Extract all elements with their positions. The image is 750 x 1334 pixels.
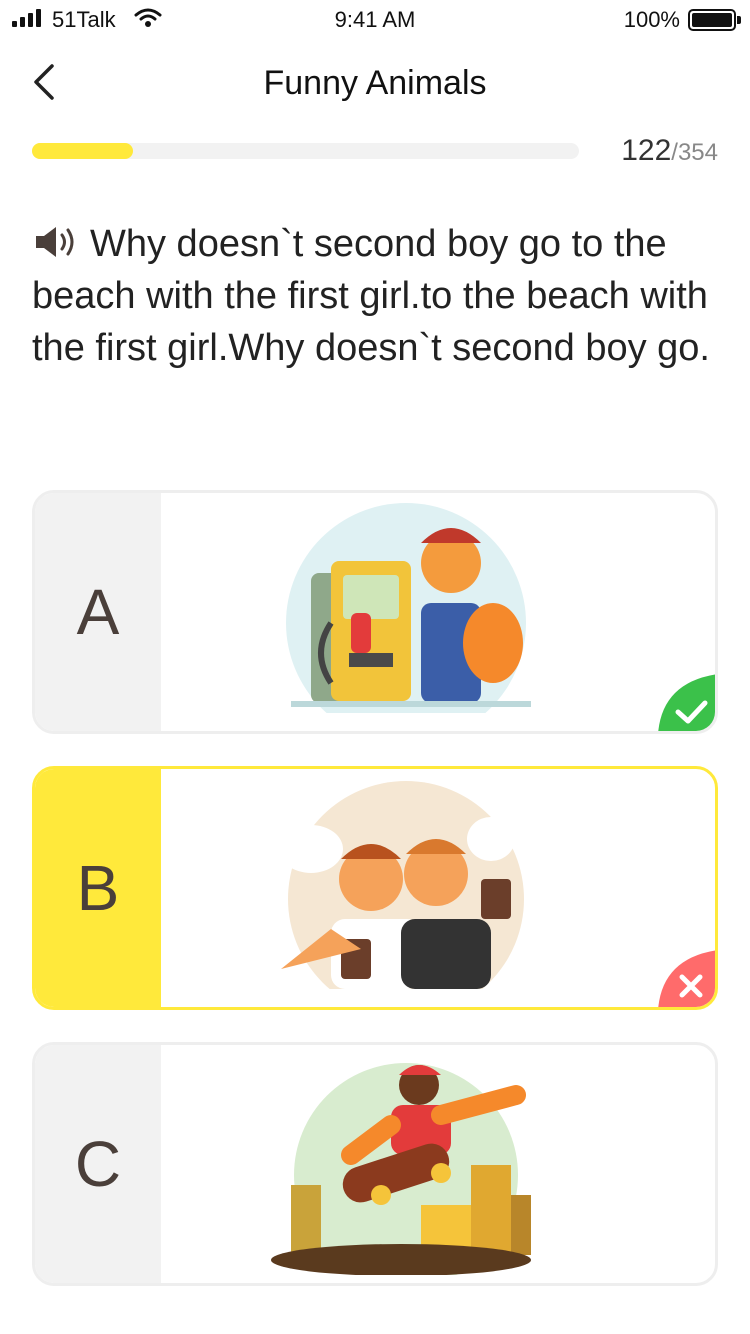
nav-bar: Funny Animals: [0, 40, 750, 130]
gas-station-worker-illustration: [161, 493, 715, 731]
close-icon: [658, 950, 715, 1007]
option-c[interactable]: C: [32, 1042, 718, 1286]
question-text: Why doesn`t second boy go to the beach w…: [32, 223, 710, 369]
speaker-icon[interactable]: [32, 225, 80, 259]
progress-bar: [32, 143, 579, 159]
skateboarder-jump-illustration: [161, 1045, 715, 1283]
progress-total: /354: [671, 139, 718, 166]
option-letter: C: [35, 1045, 161, 1283]
check-icon: [658, 674, 715, 731]
option-b[interactable]: B: [32, 766, 718, 1010]
progress-fill: [32, 143, 134, 159]
page-title: Funny Animals: [263, 64, 487, 102]
progress-count: 122/354: [621, 134, 718, 168]
option-letter: B: [35, 769, 161, 1007]
two-friends-with-coffee-illustration: [161, 769, 715, 1007]
option-letter: A: [35, 493, 161, 731]
status-bar: 51Talk 9:41 AM 100%: [0, 0, 750, 40]
battery-percent: 100%: [623, 7, 680, 32]
option-a[interactable]: A: [32, 490, 718, 734]
progress-current: 122: [621, 134, 672, 167]
battery-icon: [688, 9, 741, 31]
question: Why doesn`t second boy go to the beach w…: [32, 218, 722, 374]
